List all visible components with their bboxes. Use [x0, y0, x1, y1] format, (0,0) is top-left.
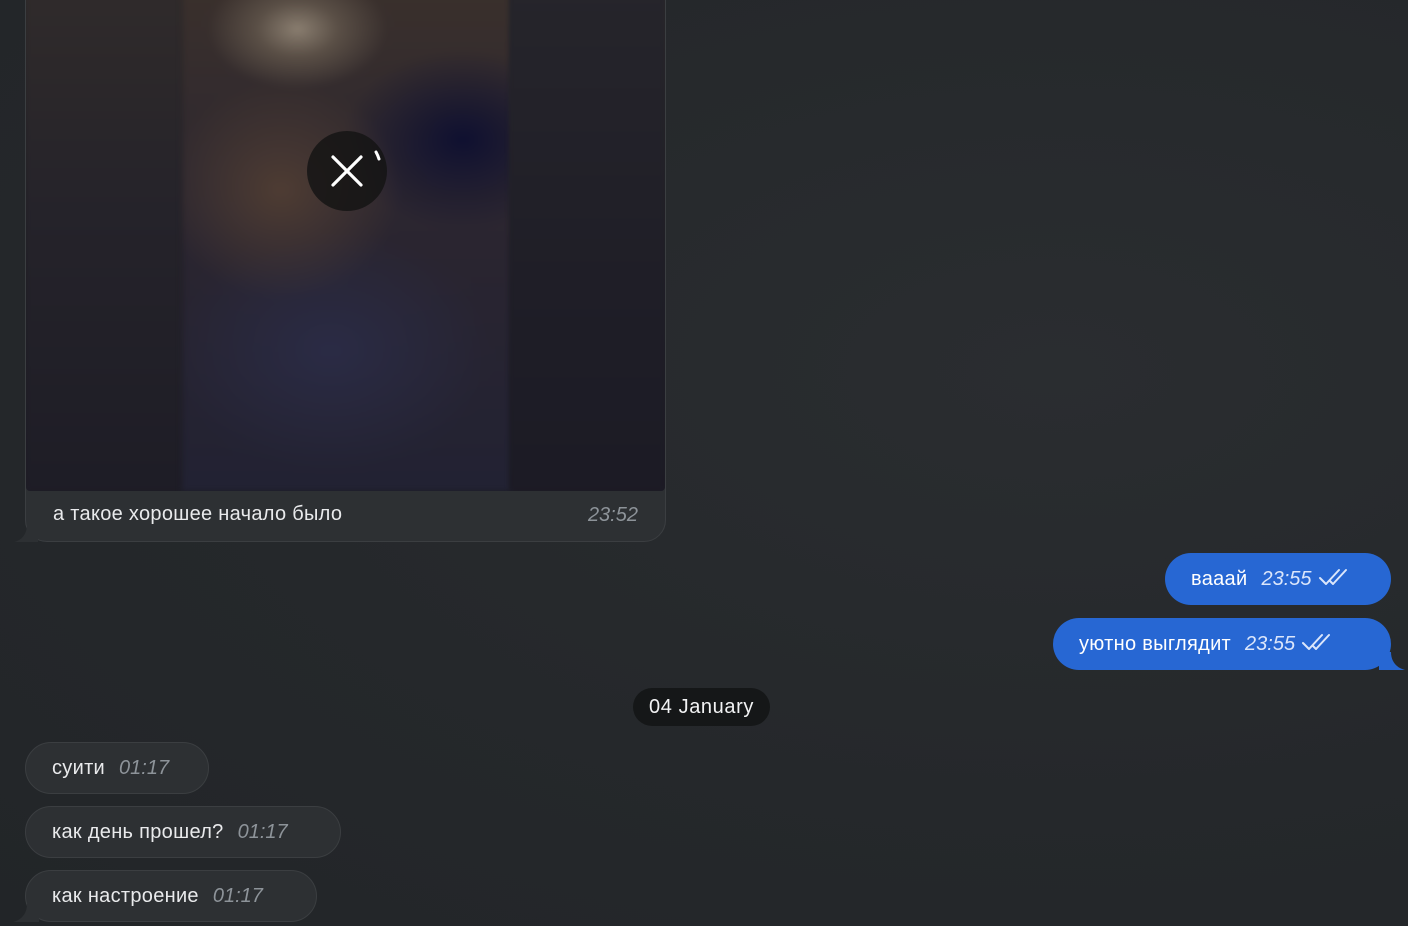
media-blur-image: [182, 0, 512, 491]
double-check-icon: [1318, 567, 1350, 592]
message-time: 23:55: [1261, 567, 1312, 590]
incoming-message[interactable]: как день прошел? 01:17: [25, 806, 341, 858]
outgoing-message[interactable]: уютно выглядит 23:55: [1053, 618, 1405, 670]
message-time: 23:52: [587, 504, 638, 526]
message-time: 01:17: [237, 820, 288, 843]
date-separator: 04 January: [633, 688, 770, 726]
message-time: 01:17: [212, 884, 263, 907]
double-check-icon: [1301, 632, 1333, 657]
message-time: 23:55: [1245, 632, 1296, 655]
bubble-tail: [13, 904, 39, 922]
bubble-tail: [1379, 652, 1405, 670]
cancel-download-button[interactable]: [307, 131, 387, 211]
media-blur-right: [509, 0, 665, 491]
message-text: вааай: [1191, 567, 1248, 590]
outgoing-message[interactable]: вааай 23:55: [1165, 553, 1391, 605]
media-preview[interactable]: [26, 0, 665, 491]
message-text: уютно выглядит: [1079, 632, 1232, 655]
media-blur-left: [26, 0, 182, 491]
message-text: как день прошел?: [52, 820, 224, 843]
media-message[interactable]: а такое хорошее начало было 23:52: [14, 0, 666, 542]
message-time: 01:17: [119, 756, 170, 779]
bubble-tail: [14, 524, 38, 542]
message-text: суити: [52, 756, 106, 779]
media-caption: а такое хорошее начало было: [53, 503, 343, 525]
incoming-message[interactable]: как настроение 01:17: [13, 870, 317, 922]
message-text: как настроение: [52, 884, 199, 907]
close-icon: [331, 150, 381, 187]
chat-history: а такое хорошее начало было 23:52 вааай …: [0, 0, 1408, 926]
incoming-message[interactable]: суити 01:17: [25, 742, 209, 794]
